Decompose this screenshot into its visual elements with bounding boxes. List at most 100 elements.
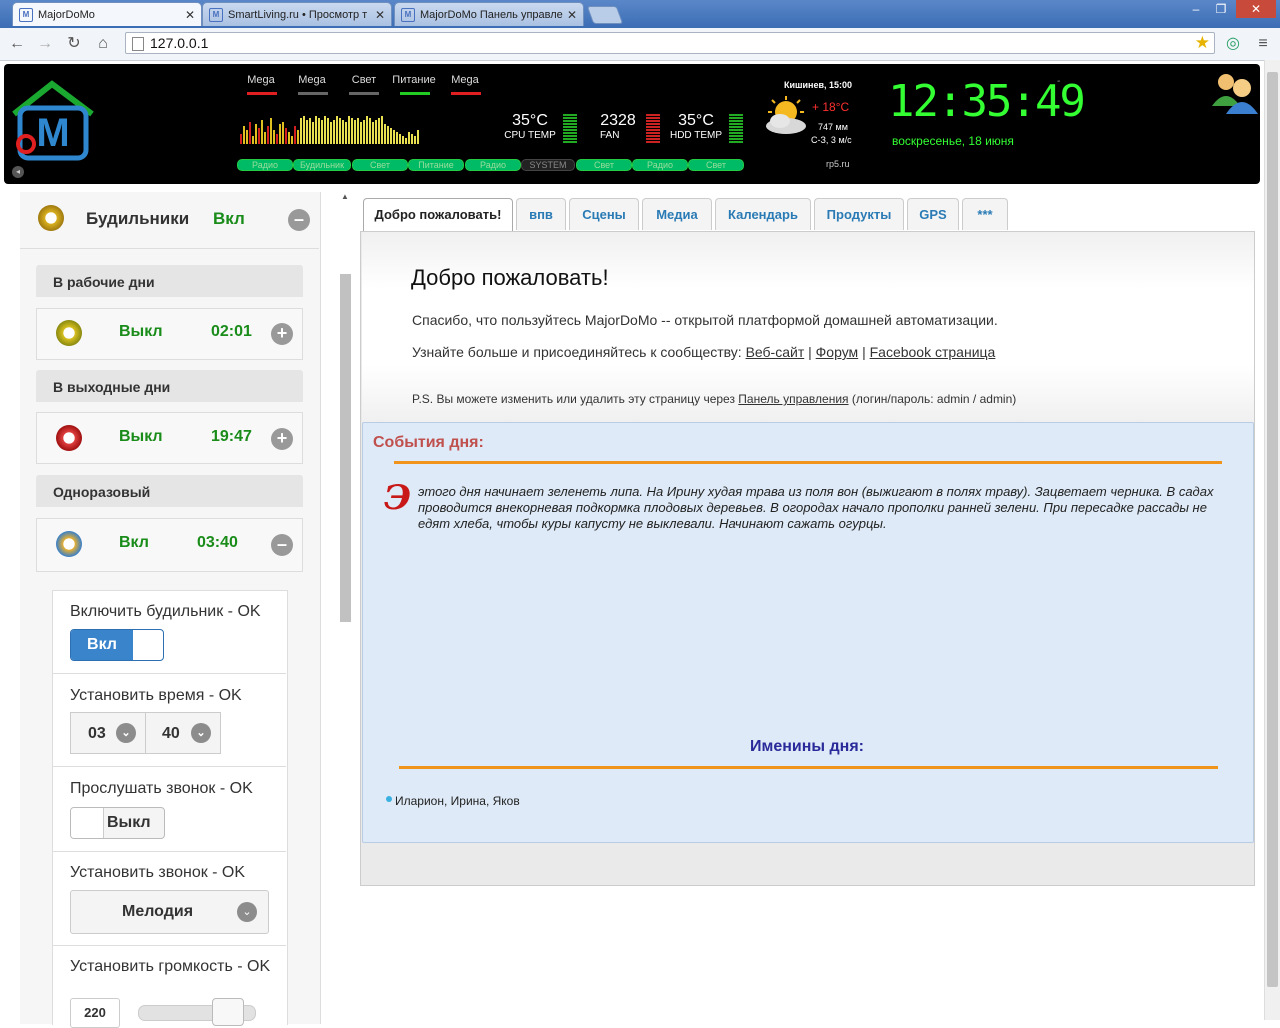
alarm-group-weekdays-header[interactable]: В рабочие дни xyxy=(36,265,303,297)
alarms-scrollbar-thumb[interactable] xyxy=(340,274,351,622)
collapse-minus-icon[interactable]: – xyxy=(288,209,310,231)
events-dropcap: Э xyxy=(384,478,412,518)
pill-system[interactable]: SYSTEM xyxy=(521,159,575,171)
close-tab-icon[interactable]: ✕ xyxy=(183,8,197,22)
equalizer-bar xyxy=(375,120,377,144)
tab-media[interactable]: Медиа xyxy=(642,198,712,230)
equalizer-bar xyxy=(345,122,347,144)
alarms-panel-scrollbar[interactable]: ▲ xyxy=(340,192,352,1024)
pill-alarm[interactable]: Будильник xyxy=(293,159,351,171)
extension-icon[interactable]: ◎ xyxy=(1222,34,1244,54)
enable-alarm-toggle[interactable]: Вкл xyxy=(70,629,164,661)
weather-temp: + 18°C xyxy=(812,100,850,114)
scroll-up-arrow-icon[interactable]: ▲ xyxy=(341,192,349,201)
equalizer-bar xyxy=(297,130,299,144)
collapse-arrow-icon[interactable]: ◂ xyxy=(12,166,24,178)
bookmark-star-icon[interactable]: ★ xyxy=(1195,33,1210,53)
equalizer-bar xyxy=(255,124,257,144)
browser-tab-control-panel[interactable]: M MajorDoMo Панель управле ✕ xyxy=(394,2,584,26)
equalizer-bar xyxy=(384,124,386,144)
minimize-button[interactable]: – xyxy=(1183,0,1209,18)
tab-products[interactable]: Продукты xyxy=(814,198,904,230)
top-label-mega-1[interactable]: Mega xyxy=(241,74,281,86)
close-tab-icon[interactable]: ✕ xyxy=(373,8,387,22)
events-text: этого дня начинает зеленеть липа. На Ири… xyxy=(418,484,1214,531)
equalizer-bar xyxy=(378,118,380,144)
back-arrow-icon[interactable]: ← xyxy=(6,34,28,54)
pill-pitanie[interactable]: Питание xyxy=(408,159,464,171)
ring-value: Мелодия xyxy=(122,903,194,920)
address-bar[interactable]: 127.0.0.1 ★ xyxy=(125,32,1215,54)
name-days-divider xyxy=(399,766,1218,769)
top-label-mega-2[interactable]: Mega xyxy=(292,74,332,86)
users-icon[interactable] xyxy=(1210,68,1258,114)
name-days-list: Иларион, Ирина, Яков xyxy=(395,794,520,808)
tab-vpv[interactable]: впв xyxy=(516,198,566,230)
maximize-button[interactable]: ❐ xyxy=(1208,0,1234,18)
pill-svet-3[interactable]: Свет xyxy=(688,159,744,171)
equalizer-bar xyxy=(309,118,311,144)
tab-scenes[interactable]: Сцены xyxy=(569,198,639,230)
tab-more[interactable]: *** xyxy=(962,198,1008,230)
alarm-state[interactable]: Вкл xyxy=(119,534,149,552)
volume-slider-handle[interactable] xyxy=(212,998,245,1026)
level-segment xyxy=(646,138,660,140)
equalizer-bar xyxy=(264,132,266,144)
level-segment xyxy=(563,114,577,116)
hdd-temp-label: HDD TEMP xyxy=(669,130,723,141)
hdd-temp-value: 35°C xyxy=(678,112,714,129)
name-days-title: Именины дня: xyxy=(750,738,864,755)
equalizer-bar xyxy=(321,120,323,144)
top-label-mega-3[interactable]: Mega xyxy=(445,74,485,86)
set-ring-label: Установить звонок - OK xyxy=(70,864,246,881)
listen-ring-toggle[interactable]: Выкл xyxy=(70,807,165,839)
forum-link[interactable]: Форум xyxy=(816,344,859,360)
close-tab-icon[interactable]: ✕ xyxy=(565,8,579,22)
equalizer-bar xyxy=(240,134,242,144)
alarm-group-onetime-header[interactable]: Одноразовый xyxy=(36,475,303,507)
link-separator: | xyxy=(858,344,870,360)
browser-tab-majordomo[interactable]: M MajorDoMo ✕ xyxy=(12,2,202,26)
menu-wrench-icon[interactable]: ≡ xyxy=(1252,34,1274,54)
pill-svet-1[interactable]: Свет xyxy=(352,159,408,171)
tab-welcome[interactable]: Добро пожаловать! xyxy=(363,198,513,231)
hour-select[interactable]: 03 ⌄ xyxy=(70,712,146,754)
equalizer-bar xyxy=(324,116,326,144)
equalizer-bar xyxy=(414,136,416,144)
tab-calendar[interactable]: Календарь xyxy=(715,198,811,230)
alarm-group-weekends-header[interactable]: В выходные дни xyxy=(36,370,303,402)
expand-plus-icon[interactable]: + xyxy=(271,428,293,450)
alarm-state[interactable]: Выкл xyxy=(119,323,163,341)
pill-radio-2[interactable]: Радио xyxy=(465,159,521,171)
home-icon[interactable]: ⌂ xyxy=(92,34,114,54)
expand-plus-icon[interactable]: + xyxy=(271,323,293,345)
level-segment xyxy=(563,126,577,128)
ring-select[interactable]: Мелодия ⌄ xyxy=(70,890,269,934)
ps-suffix: (логин/пароль: admin / admin) xyxy=(848,392,1017,406)
top-label-pitanie[interactable]: Питание xyxy=(390,74,438,86)
website-link[interactable]: Веб-сайт xyxy=(746,344,805,360)
level-segment xyxy=(646,114,660,116)
browser-tab-smartliving[interactable]: M SmartLiving.ru • Просмотр т ✕ xyxy=(202,2,392,26)
alarms-master-state[interactable]: Вкл xyxy=(213,209,245,229)
pill-svet-2[interactable]: Свет xyxy=(576,159,632,171)
close-window-button[interactable]: ✕ xyxy=(1236,0,1276,18)
browser-tab-bar: M MajorDoMo ✕ M SmartLiving.ru • Просмот… xyxy=(0,0,1280,28)
new-tab-button[interactable] xyxy=(586,6,624,24)
facebook-link[interactable]: Facebook страница xyxy=(870,344,996,360)
alarm-state[interactable]: Выкл xyxy=(119,428,163,446)
tab-gps[interactable]: GPS xyxy=(907,198,959,230)
top-label-svet[interactable]: Свет xyxy=(344,74,384,86)
level-segment xyxy=(563,135,577,137)
control-panel-link[interactable]: Панель управления xyxy=(738,392,848,406)
pill-radio-1[interactable]: Радио xyxy=(237,159,293,171)
scrollbar-thumb[interactable] xyxy=(1267,72,1278,987)
pill-radio-3[interactable]: Радио xyxy=(632,159,688,171)
collapse-minus-icon[interactable]: – xyxy=(271,534,293,556)
majordomo-logo[interactable]: M xyxy=(10,78,98,166)
forward-arrow-icon[interactable]: → xyxy=(34,34,56,54)
page-scrollbar[interactable] xyxy=(1264,60,1280,1020)
weather-source[interactable]: rp5.ru xyxy=(826,159,850,169)
reload-icon[interactable]: ↻ xyxy=(63,34,85,54)
minute-select[interactable]: 40 ⌄ xyxy=(145,712,221,754)
